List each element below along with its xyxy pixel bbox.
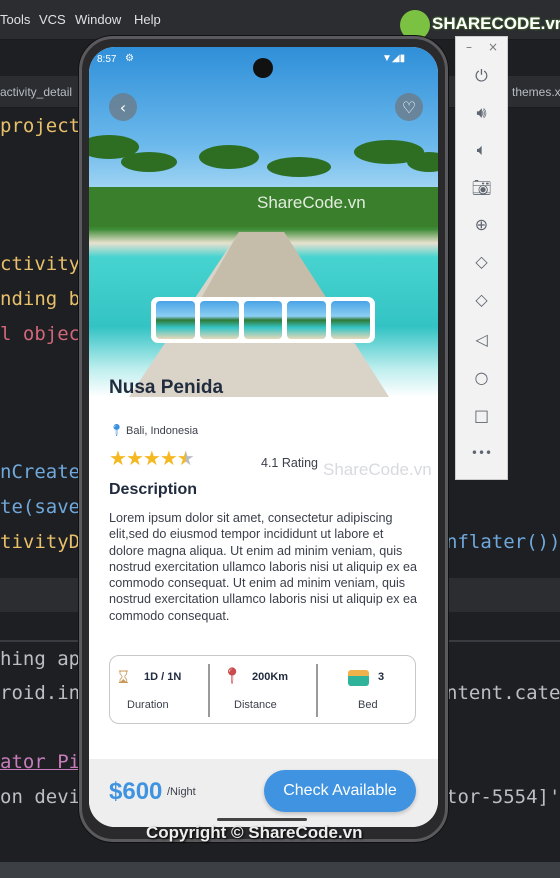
close-button[interactable]: × [488, 40, 498, 54]
heart-icon: ♡ [401, 97, 417, 117]
thumbnail[interactable] [243, 301, 283, 339]
price: $600 [109, 778, 163, 805]
code-line: nCreate [0, 461, 81, 483]
tab-activity-detail[interactable]: activity_detail [0, 85, 72, 99]
rotate-right-icon[interactable]: ◇ [455, 290, 508, 309]
thumbnail[interactable] [331, 301, 370, 339]
star-icon: ★ [159, 446, 178, 470]
favorite-button[interactable]: ♡ [395, 93, 423, 121]
place-title: Nusa Penida [109, 377, 224, 398]
overview-icon[interactable]: □ [455, 406, 508, 425]
rotate-left-icon[interactable]: ◇ [455, 252, 508, 271]
menu-tools[interactable]: Tools [0, 12, 30, 27]
home-indicator[interactable] [217, 818, 307, 821]
thumbnail[interactable] [287, 301, 327, 339]
wifi-signal-battery-icon: ▼◢▮ [382, 53, 406, 64]
stat-bed: 3 Bed [318, 656, 418, 725]
settings-status-icon: ⚙ [125, 53, 134, 64]
code-line: ctivity [0, 253, 81, 275]
code-line: l objec [0, 323, 81, 345]
star-icon: ★ [142, 446, 161, 470]
menu-vcs[interactable]: VCS [39, 12, 66, 27]
star-icon: ★ [125, 446, 144, 470]
bed-icon [348, 670, 369, 686]
console-line: hing ap [0, 648, 81, 670]
back-button[interactable]: ‹ [109, 93, 137, 121]
tab-themes[interactable]: themes.x [512, 85, 560, 99]
chevron-left-icon: ‹ [119, 97, 127, 117]
console-line: roid.in [0, 682, 81, 704]
sharecode-logo: SHARECODE.vn [432, 14, 560, 33]
location-pin-icon: 📍︎ [109, 423, 125, 437]
home-icon[interactable]: ○ [455, 368, 508, 387]
menu-help[interactable]: Help [134, 12, 161, 27]
camera-cutout [253, 58, 273, 78]
code-line: nding b [0, 288, 81, 310]
console-link[interactable]: ator Pi [0, 751, 80, 773]
star-icon: ★ [109, 446, 127, 470]
minimize-button[interactable]: – [466, 40, 472, 54]
menu-window[interactable]: Window [75, 12, 121, 27]
watermark-text: ShareCode.vn [257, 193, 366, 212]
zoom-icon[interactable]: ⊕ [455, 215, 508, 234]
code-line: tivityD [0, 531, 81, 553]
stat-duration: ⌛︎ 1D / 1N Duration [110, 656, 210, 725]
thumbnail[interactable] [199, 301, 239, 339]
volume-up-icon[interactable]: 🔊︎ [455, 103, 508, 123]
volume-down-icon[interactable]: 🔈︎ [455, 140, 508, 160]
rating-label: 4.1 Rating [261, 456, 318, 470]
location-text: Bali, Indonesia [126, 425, 199, 437]
stat-label: Distance [234, 699, 277, 711]
description-text: Lorem ipsum dolor sit amet, consectetur … [109, 511, 418, 623]
stat-value: 3 [378, 671, 385, 683]
check-available-button[interactable]: Check Available [264, 770, 416, 812]
status-bar [0, 862, 560, 878]
camera-icon[interactable]: 📷︎ [455, 178, 508, 197]
stat-value: 1D / 1N [144, 671, 182, 683]
status-time: 8:57 [97, 54, 117, 65]
star-rating: ★★★★★ [109, 446, 195, 470]
code-line: project [0, 115, 81, 137]
code-line: nflater()) [446, 531, 560, 553]
code-line: te(save [0, 496, 81, 518]
app-screen: 8:57 ⚙ ▼◢▮ ‹ ♡ ShareCode.vn Nusa Penida … [89, 47, 438, 827]
stat-label: Duration [127, 699, 169, 711]
price-unit: /Night [167, 786, 196, 798]
thumbnail[interactable] [156, 301, 195, 339]
back-icon[interactable]: ◁ [455, 330, 508, 349]
description-heading: Description [109, 481, 198, 498]
watermark-text: ShareCode.vn [323, 460, 432, 479]
trip-stats: ⌛︎ 1D / 1N Duration 📍︎ 200Km Distance 3 … [109, 655, 416, 724]
stat-label: Bed [358, 699, 378, 711]
half-star-icon: ★ [176, 446, 195, 470]
copyright-watermark: Copyright © ShareCode.vn [146, 823, 363, 842]
more-icon[interactable]: ••• [455, 446, 508, 460]
console-line: on devi [0, 786, 81, 808]
thumbnail-gallery [151, 297, 375, 343]
stat-distance: 📍︎ 200Km Distance [210, 656, 310, 725]
route-pin-icon: 📍︎ [222, 666, 243, 685]
console-line: ntent.cate [446, 682, 560, 704]
console-line: tor-5554]' [446, 786, 560, 808]
power-icon[interactable]: ⏻ [455, 66, 508, 86]
hourglass-icon: ⌛︎ [118, 668, 129, 688]
stat-value: 200Km [252, 671, 289, 683]
